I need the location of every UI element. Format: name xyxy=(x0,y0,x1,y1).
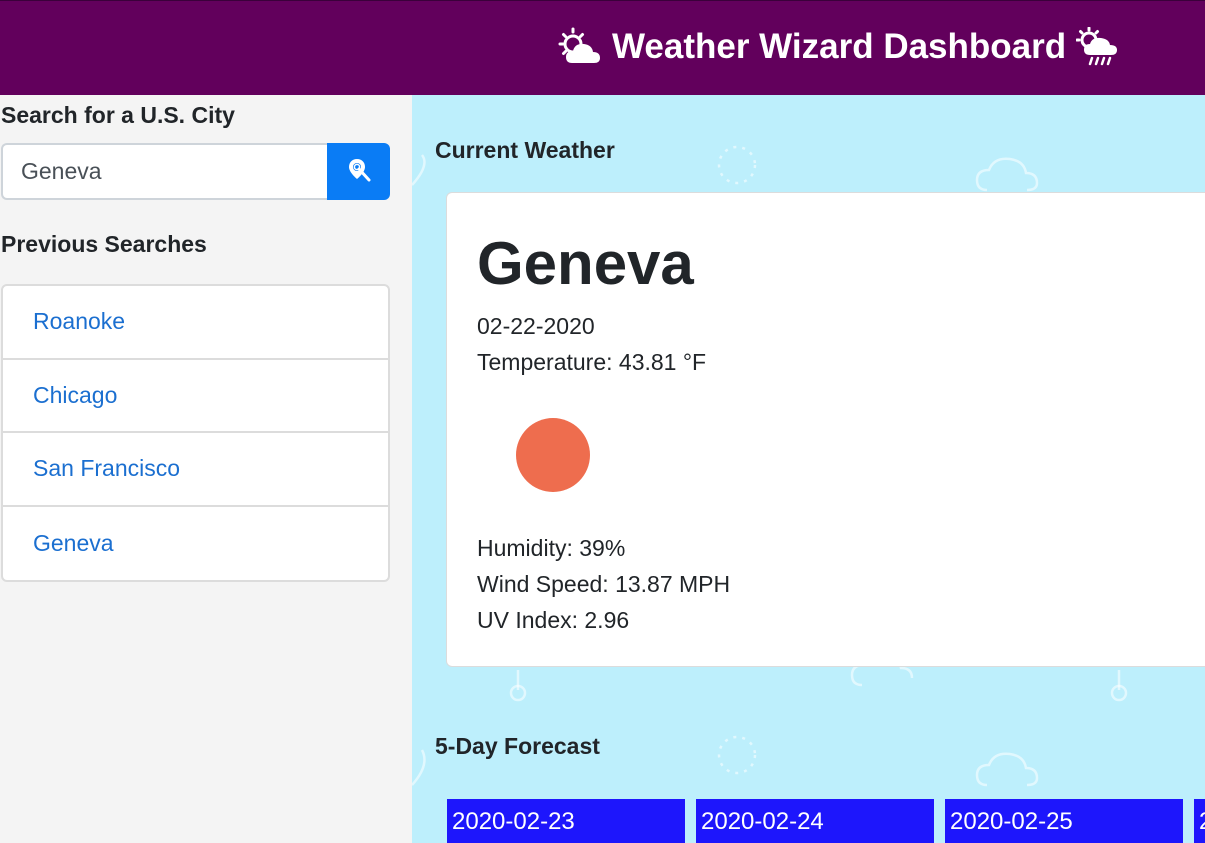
previous-search-item[interactable]: Geneva xyxy=(3,507,388,581)
previous-search-item[interactable]: Roanoke xyxy=(3,286,388,360)
wind-speed: Wind Speed: 13.87 MPH xyxy=(477,571,731,597)
sidebar: Search for a U.S. City Previous Searches… xyxy=(0,95,412,843)
city-name: Geneva xyxy=(477,230,694,297)
sun-rain-cloud-icon xyxy=(1076,27,1120,67)
previous-search-item[interactable]: Chicago xyxy=(3,360,388,433)
search-button[interactable] xyxy=(327,143,390,200)
clear-sun-icon xyxy=(516,418,590,492)
humidity: Humidity: 39% xyxy=(477,535,626,561)
previous-search-item[interactable]: San Francisco xyxy=(3,433,388,507)
uv-index: UV Index: 2.96 xyxy=(477,607,630,633)
app-title-text: Weather Wizard Dashboard xyxy=(612,27,1067,66)
main-content: Current Weather Geneva 02-22-2020 Temper… xyxy=(412,95,1205,843)
forecast-day-card: 2020-02-25 xyxy=(945,799,1183,843)
city-search-input[interactable] xyxy=(1,143,328,200)
app-title: Weather Wizard Dashboard xyxy=(556,23,1120,71)
forecast-day-card: 2 xyxy=(1194,799,1205,843)
previous-searches-list: Roanoke Chicago San Francisco Geneva xyxy=(1,284,390,582)
forecast-date: 2 xyxy=(1199,808,1205,835)
temperature: Temperature: 43.81 °F xyxy=(477,349,707,375)
sun-behind-cloud-icon xyxy=(556,27,602,67)
forecast-date: 2020-02-25 xyxy=(950,808,1073,835)
location-search-icon xyxy=(346,157,372,186)
forecast-date: 2020-02-24 xyxy=(701,808,824,835)
app-header: Weather Wizard Dashboard xyxy=(0,0,1205,95)
forecast-day-card: 2020-02-24 xyxy=(696,799,934,843)
current-weather-card: Geneva 02-22-2020 Temperature: 43.81 °F … xyxy=(446,192,1205,667)
previous-searches-label: Previous Searches xyxy=(1,231,207,257)
forecast-day-card: 2020-02-23 xyxy=(447,799,685,843)
forecast-date: 2020-02-23 xyxy=(452,808,575,835)
current-weather-title: Current Weather xyxy=(435,137,615,163)
forecast-title: 5-Day Forecast xyxy=(435,733,600,759)
current-date: 02-22-2020 xyxy=(477,313,595,339)
search-label: Search for a U.S. City xyxy=(1,102,235,128)
